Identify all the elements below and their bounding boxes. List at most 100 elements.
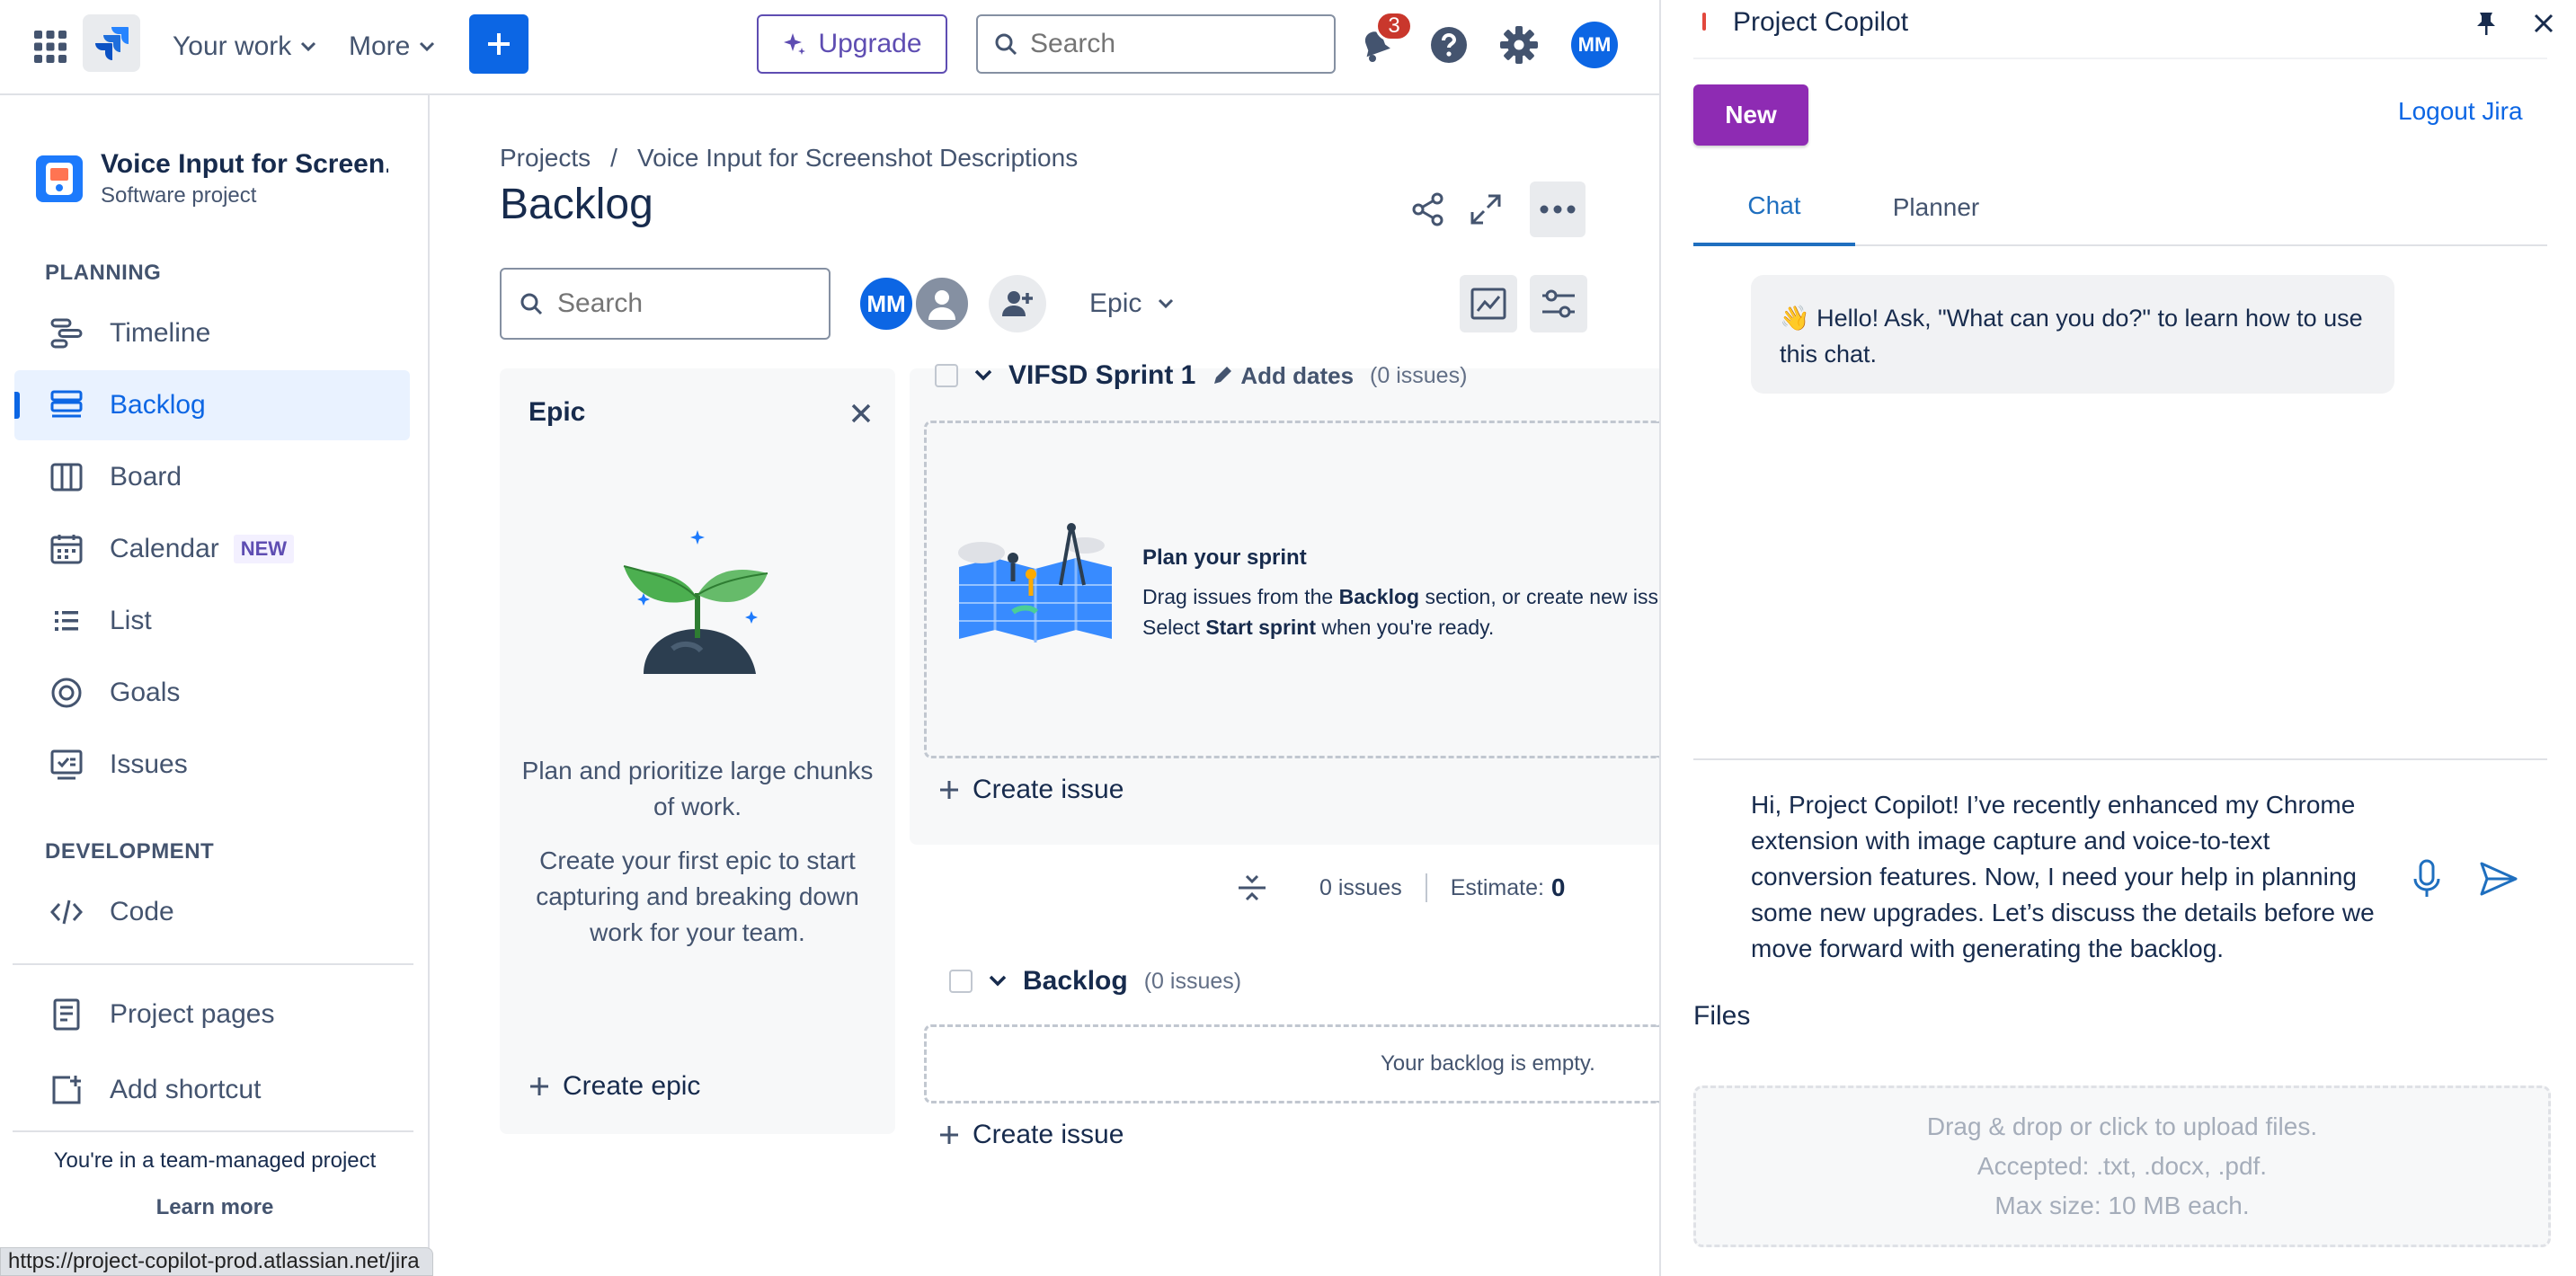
chevron-down-icon xyxy=(301,41,316,52)
tab-planner[interactable]: Planner xyxy=(1855,169,2017,246)
expand-icon xyxy=(1470,194,1501,225)
insights-button[interactable] xyxy=(1460,275,1517,332)
sidebar-divider xyxy=(13,1130,413,1132)
add-people-button[interactable] xyxy=(989,275,1046,332)
input-divider xyxy=(1693,758,2547,760)
more-menu[interactable]: More xyxy=(349,23,435,70)
project-header[interactable]: Voice Input for Screen... Software proje… xyxy=(36,149,388,208)
new-badge: NEW xyxy=(233,535,295,563)
sprint-checkbox[interactable] xyxy=(935,364,958,387)
assignee-avatar-mm[interactable]: MM xyxy=(857,275,915,332)
footer-separator xyxy=(1425,873,1427,902)
sidebar-item-calendar[interactable]: Calendar NEW xyxy=(14,514,410,584)
user-icon xyxy=(928,290,955,320)
create-button[interactable] xyxy=(469,14,529,74)
copilot-tabs: Chat Planner xyxy=(1693,169,2547,246)
sidebar-item-label: Timeline xyxy=(110,318,211,348)
epic-empty-text-2: Create your first epic to start capturin… xyxy=(536,846,859,946)
sidebar-item-code[interactable]: Code xyxy=(14,877,410,947)
new-chat-button[interactable]: New xyxy=(1693,84,1808,146)
breadcrumb-projects[interactable]: Projects xyxy=(500,144,591,173)
close-epic-panel-button[interactable] xyxy=(845,397,877,430)
create-epic-button[interactable]: Create epic xyxy=(529,1071,700,1102)
add-dates-button[interactable]: Add dates xyxy=(1212,362,1354,390)
plan-text-bold: Start sprint xyxy=(1205,616,1317,639)
chevron-down-icon[interactable] xyxy=(974,369,992,382)
your-work-menu[interactable]: Your work xyxy=(173,23,316,70)
upload-hint-line-1: Drag & drop or click to upload files. xyxy=(1926,1112,2318,1140)
sidebar-item-goals[interactable]: Goals xyxy=(14,658,410,728)
logout-jira-link[interactable]: Logout Jira xyxy=(2398,97,2523,126)
backlog-header: Backlog (0 issues) xyxy=(949,961,1241,1001)
sidebar-item-list[interactable]: List xyxy=(14,586,410,656)
epic-panel: Epic Plan and prioritize large chunks of… xyxy=(500,368,895,1134)
epic-filter-dropdown[interactable]: Epic xyxy=(1075,275,1188,332)
plus-icon xyxy=(488,33,510,55)
sidebar-item-issues[interactable]: Issues xyxy=(14,730,410,800)
backlog-create-issue-button[interactable]: Create issue xyxy=(938,1120,1124,1150)
file-upload-dropzone[interactable]: Drag & drop or click to upload files. Ac… xyxy=(1693,1085,2551,1247)
help-button[interactable] xyxy=(1426,22,1472,68)
sliders-icon xyxy=(1542,289,1575,318)
assistant-message: 👋 Hello! Ask, "What can you do?" to lear… xyxy=(1751,275,2394,394)
chevron-down-icon[interactable] xyxy=(989,975,1007,988)
sidebar-item-timeline[interactable]: Timeline xyxy=(14,298,410,368)
sidebar-item-add-shortcut[interactable]: Add shortcut xyxy=(14,1055,410,1125)
sprint-create-issue-button[interactable]: Create issue xyxy=(938,775,1124,805)
backlog-search-input[interactable] xyxy=(557,288,809,319)
notification-count-badge: 3 xyxy=(1375,11,1413,41)
fullscreen-button[interactable] xyxy=(1458,182,1514,237)
issues-icon xyxy=(47,745,86,784)
sidebar-item-label: Issues xyxy=(110,749,188,779)
global-search[interactable] xyxy=(976,14,1336,74)
backlog-issue-count: (0 issues) xyxy=(1143,968,1242,994)
assignee-avatar-unassigned[interactable] xyxy=(913,275,971,332)
breadcrumb-project[interactable]: Voice Input for Screenshot Descriptions xyxy=(637,144,1078,173)
sprint-issue-count: (0 issues) xyxy=(1370,362,1468,388)
send-button[interactable] xyxy=(2479,859,2518,899)
settings-button[interactable] xyxy=(1496,22,1542,68)
project-type: Software project xyxy=(101,183,257,208)
view-settings-button[interactable] xyxy=(1530,275,1587,332)
more-actions-button[interactable] xyxy=(1530,182,1586,237)
pin-button[interactable] xyxy=(2470,7,2502,40)
create-issue-label: Create issue xyxy=(973,1120,1124,1149)
top-navigation: Your work More Upgrade 3 MM xyxy=(0,0,1659,95)
backlog-dropzone[interactable]: Your backlog is empty. xyxy=(924,1024,1659,1103)
app-switcher-icon[interactable] xyxy=(27,23,74,70)
backlog-search[interactable] xyxy=(500,268,831,340)
page-icon xyxy=(47,995,86,1034)
backlog-checkbox[interactable] xyxy=(949,970,973,993)
share-button[interactable] xyxy=(1400,182,1456,237)
plan-text-part: section, or create new issues xyxy=(1425,585,1659,608)
learn-more-link[interactable]: Learn more xyxy=(0,1195,430,1220)
send-icon xyxy=(2480,862,2518,896)
collapse-icon[interactable] xyxy=(1237,873,1267,903)
tab-chat[interactable]: Chat xyxy=(1693,169,1855,246)
sidebar-item-board[interactable]: Board xyxy=(14,442,410,512)
project-avatar-icon xyxy=(36,155,83,202)
chat-input[interactable] xyxy=(1751,787,2398,967)
map-illustration-icon xyxy=(950,522,1121,648)
sprint-dropzone[interactable]: Plan your sprint Drag issues from the Ba… xyxy=(924,421,1659,758)
plan-text-part: when you're ready. xyxy=(1316,616,1495,639)
sidebar-item-label: Backlog xyxy=(110,390,206,420)
status-url-bar: https://project-copilot-prod.atlassian.n… xyxy=(0,1247,433,1276)
global-search-input[interactable] xyxy=(1030,29,1300,59)
jira-logo-icon[interactable] xyxy=(83,14,140,72)
breadcrumb-separator: / xyxy=(610,144,617,172)
your-work-label: Your work xyxy=(173,31,292,61)
upgrade-button[interactable]: Upgrade xyxy=(757,14,947,74)
sidebar-item-label: Add shortcut xyxy=(110,1075,262,1104)
breadcrumb: Projects / Voice Input for Screenshot De… xyxy=(500,144,1078,173)
voice-input-button[interactable] xyxy=(2407,859,2447,899)
close-icon xyxy=(2534,13,2554,33)
header-divider xyxy=(1693,58,2547,59)
sidebar-item-backlog[interactable]: Backlog xyxy=(14,370,410,440)
backlog-name: Backlog xyxy=(1023,966,1128,996)
sidebar-item-label: List xyxy=(110,606,152,635)
epic-filter-label: Epic xyxy=(1089,288,1142,318)
profile-avatar[interactable]: MM xyxy=(1571,22,1618,68)
close-copilot-button[interactable] xyxy=(2527,7,2560,40)
sidebar-item-project-pages[interactable]: Project pages xyxy=(14,979,410,1050)
